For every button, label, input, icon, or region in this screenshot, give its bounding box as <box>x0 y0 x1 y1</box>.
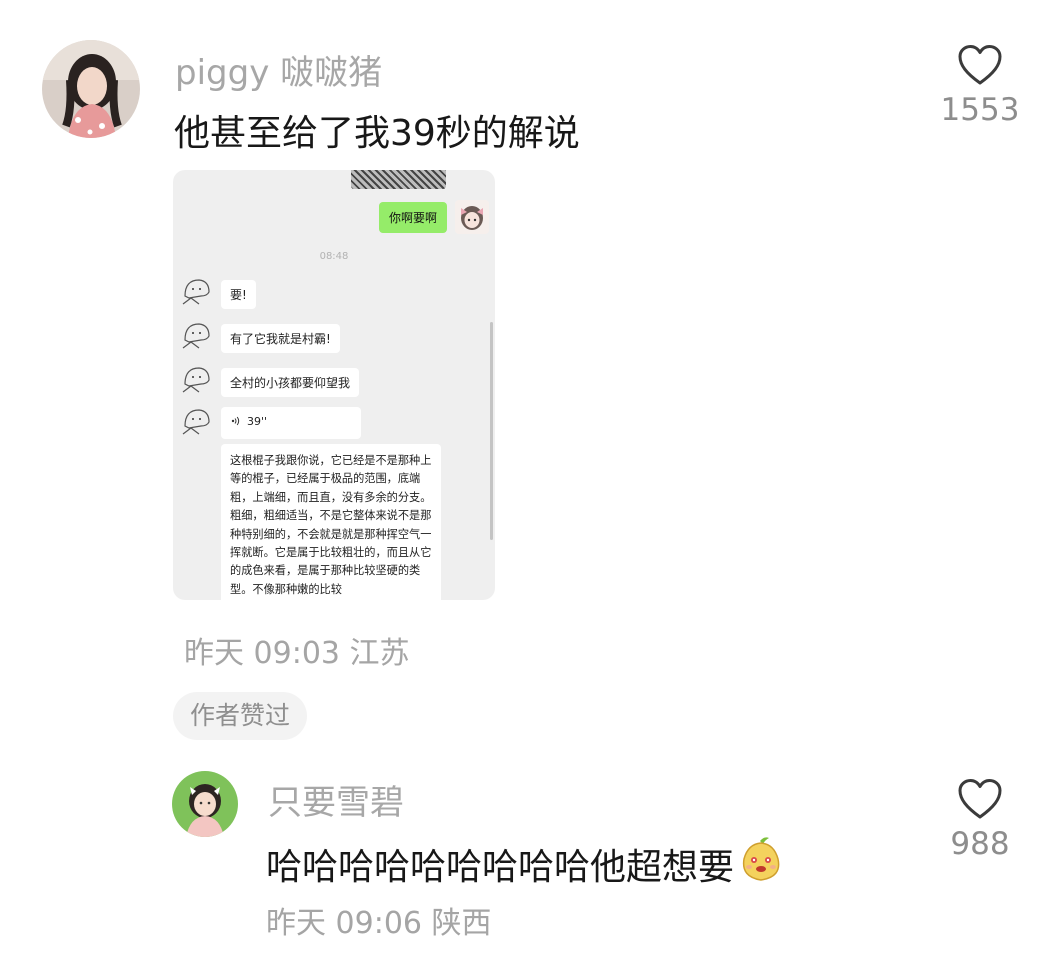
chat-timestamp: 08:48 <box>319 251 349 262</box>
my-chat-bubble: 你啊要啊 <box>378 202 447 233</box>
chat-avatar <box>179 404 215 440</box>
comment-text[interactable]: 哈哈哈哈哈哈哈哈哈他超想要 <box>266 835 784 892</box>
heart-outline-icon[interactable] <box>957 44 1003 86</box>
like-count: 988 <box>950 826 1010 862</box>
pear-face-emoji-icon <box>738 835 784 892</box>
voice-wave-icon <box>231 415 241 428</box>
voice-transcript: 这根棍子我跟你说，它已经是不是那种上等的棍子，已经属于极品的范围，底端粗，上端细… <box>221 444 441 600</box>
heart-outline-icon[interactable] <box>957 778 1003 820</box>
comment-time-location: 昨天 09:03 江苏 <box>184 636 410 671</box>
chat-bubble: 全村的小孩都要仰望我 <box>221 368 360 397</box>
my-chat-avatar <box>455 200 489 234</box>
comment-time-location: 昨天 09:06 陕西 <box>266 906 492 941</box>
chat-avatar <box>179 318 215 354</box>
user-avatar[interactable] <box>172 771 238 837</box>
user-avatar[interactable] <box>42 40 140 138</box>
partial-image <box>351 170 446 189</box>
scrollbar <box>490 322 493 540</box>
voice-duration: 39'' <box>247 415 268 428</box>
attached-image[interactable]: 你啊要啊 08:48 要! 有了它我就是村霸! 全村的小孩都要仰望我 39'' … <box>173 170 495 600</box>
chat-bubble: 有了它我就是村霸! <box>221 324 340 353</box>
chat-avatar <box>179 362 215 398</box>
like-button[interactable]: 988 <box>920 778 1040 862</box>
comment-text[interactable]: 他甚至给了我39秒的解说 <box>174 104 580 156</box>
comment-username[interactable]: piggy 啵啵猪 <box>175 45 382 94</box>
voice-message: 39'' <box>221 407 361 439</box>
chat-avatar <box>179 274 215 310</box>
comment-username[interactable]: 只要雪碧 <box>268 775 404 824</box>
like-button[interactable]: 1553 <box>920 44 1040 128</box>
like-count: 1553 <box>940 92 1020 128</box>
author-liked-badge: 作者赞过 <box>173 692 308 740</box>
chat-bubble: 要! <box>221 280 256 309</box>
comment-text-content: 哈哈哈哈哈哈哈哈哈他超想要 <box>266 846 735 888</box>
